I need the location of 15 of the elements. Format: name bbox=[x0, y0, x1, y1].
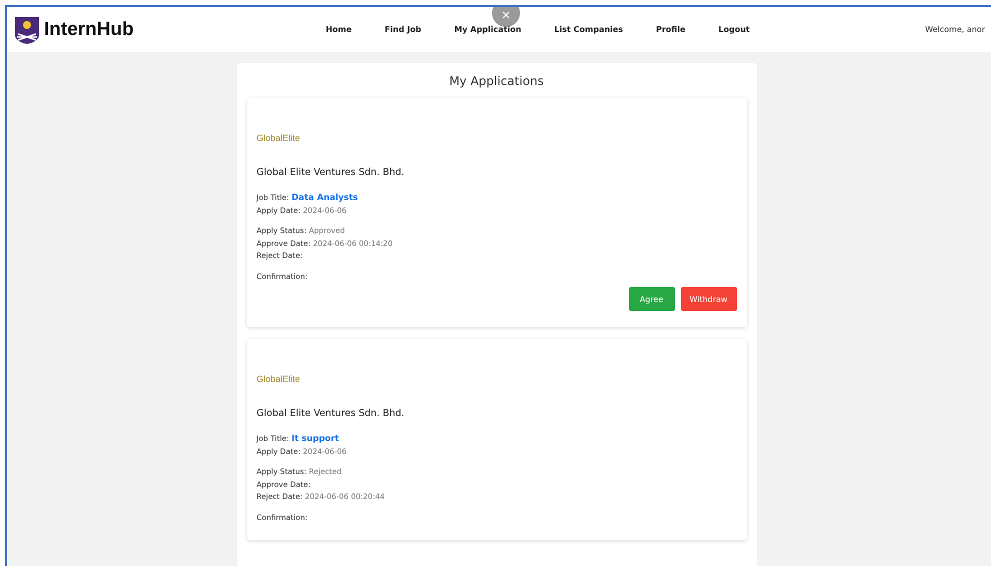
company-logo: GlobalElite bbox=[256, 133, 300, 143]
nav-link[interactable]: Logout bbox=[718, 25, 750, 34]
brand-name: InternHub bbox=[44, 18, 134, 40]
nav-link[interactable]: List Companies bbox=[554, 25, 623, 34]
company-name: Global Elite Ventures Sdn. Bhd. bbox=[256, 408, 406, 419]
action-button[interactable]: Withdraw bbox=[680, 287, 736, 311]
logo-icon bbox=[14, 16, 40, 44]
nav-link[interactable]: Home bbox=[326, 25, 352, 34]
company-logo: GlobalElite bbox=[256, 374, 300, 384]
nav-link[interactable]: Find Job bbox=[384, 25, 422, 34]
company-name: Global Elite Ventures Sdn. Bhd. bbox=[256, 167, 406, 178]
welcome-text: Welcome, anor bbox=[925, 25, 986, 34]
page-title: My Applications bbox=[448, 74, 545, 88]
nav-link[interactable]: My Application bbox=[454, 25, 522, 34]
nav-link[interactable]: Profile bbox=[656, 25, 686, 34]
